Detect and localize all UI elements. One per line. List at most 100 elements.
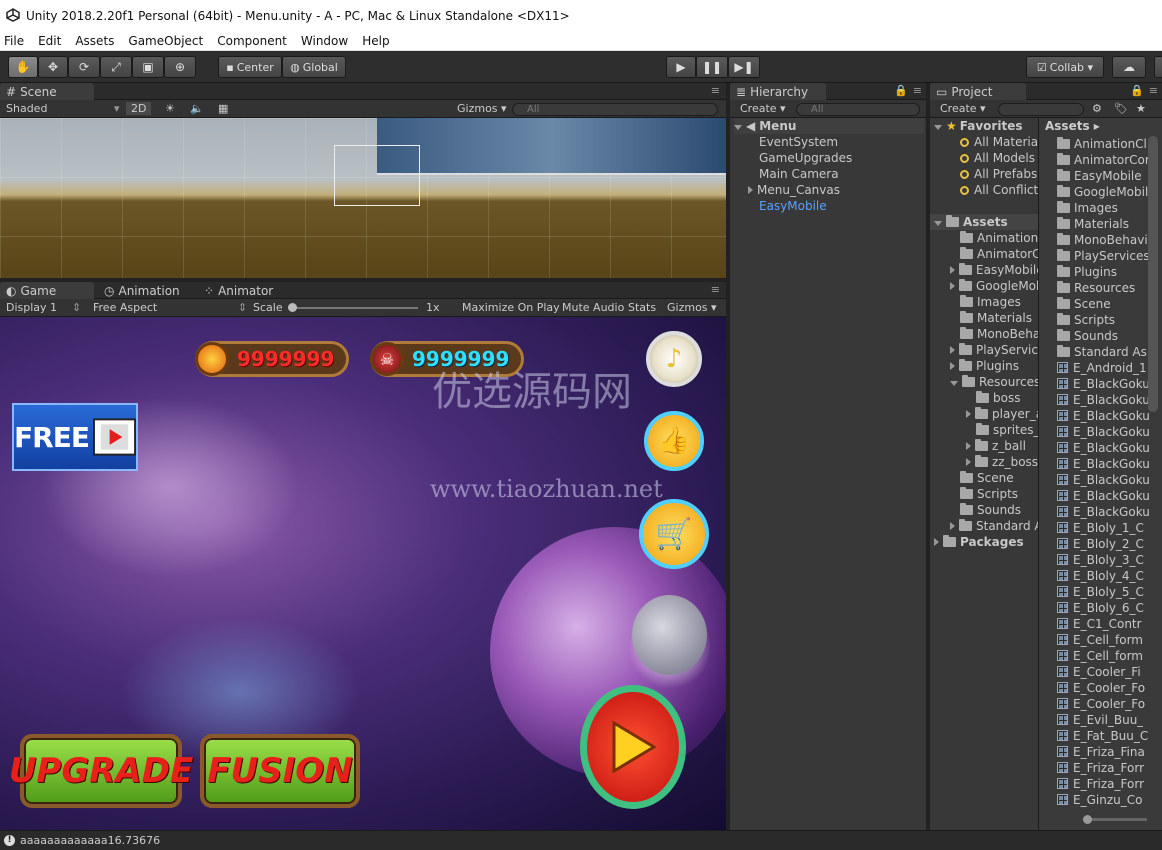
asset-file[interactable]: E_BlackGoku (1057, 440, 1150, 456)
tab-game[interactable]: ◐ Game (0, 282, 94, 299)
2d-toggle[interactable]: 2D (126, 102, 152, 115)
asset-file[interactable]: E_BlackGoku (1057, 376, 1150, 392)
menu-assets[interactable]: Assets (75, 34, 114, 48)
scale-slider[interactable] (288, 303, 418, 312)
aspect-dropdown[interactable]: Free Aspect (93, 301, 157, 314)
hierarchy-item[interactable]: GameUpgrades (759, 150, 852, 166)
favorite-item[interactable]: All Models (960, 150, 1035, 166)
effects-toggle-icon[interactable]: ▦ (218, 102, 228, 115)
filter-by-type-icon[interactable]: ⚙ (1092, 102, 1102, 115)
lighting-toggle-icon[interactable]: ☀ (165, 102, 175, 115)
asset-folder[interactable]: AnimationCl (1057, 136, 1147, 152)
stats-toggle[interactable]: Stats (628, 301, 656, 314)
asset-file[interactable]: E_C1_Contr (1057, 616, 1142, 632)
asset-file[interactable]: E_Cooler_Fo (1057, 680, 1145, 696)
pivot-center-button[interactable]: ▪ Center (218, 56, 282, 78)
transform-tool-button[interactable]: ⊕ (164, 56, 196, 78)
hierarchy-create-dropdown[interactable]: Create ▾ (740, 102, 786, 115)
panel-menu-icon[interactable]: ≡ (711, 84, 720, 97)
scale-slider-thumb[interactable] (288, 303, 297, 312)
project-tree-folder[interactable]: player_a (966, 406, 1038, 422)
account-button[interactable] (1154, 56, 1162, 78)
favorite-item[interactable]: All Prefabs (960, 166, 1037, 182)
collab-button[interactable]: ☑ Collab ▾ (1026, 56, 1104, 78)
asset-file[interactable]: E_Bloly_1_C (1057, 520, 1144, 536)
asset-folder[interactable]: GoogleMobil (1057, 184, 1148, 200)
hierarchy-search-input[interactable]: All (796, 103, 920, 116)
asset-file[interactable]: E_BlackGoku (1057, 488, 1150, 504)
step-button[interactable]: ▶❚ (728, 56, 760, 78)
rect-tool-button[interactable]: ▣ (132, 56, 164, 78)
like-button[interactable]: 👍 (644, 411, 704, 471)
audio-toggle-icon[interactable]: 🔈 (190, 102, 204, 115)
project-tree-folder[interactable]: AnimationC (960, 230, 1038, 246)
project-tree-folder[interactable]: boss (976, 390, 1020, 406)
tab-animation[interactable]: ◷ Animation (98, 282, 186, 299)
project-tree-folder[interactable]: Sounds (960, 502, 1021, 518)
asset-file[interactable]: E_Friza_Forr (1057, 760, 1144, 776)
asset-file[interactable]: E_BlackGoku (1057, 472, 1150, 488)
sound-button[interactable]: ♪ (646, 331, 702, 387)
project-tree-folder[interactable]: AnimatorC (960, 246, 1038, 262)
mute-audio-toggle[interactable]: Mute Audio (562, 301, 624, 314)
asset-folder[interactable]: Resources (1057, 280, 1135, 296)
project-tree-folder[interactable]: Scripts (960, 486, 1018, 502)
project-search-input[interactable] (998, 103, 1084, 116)
project-tree-folder[interactable]: GoogleMob (950, 278, 1038, 294)
filter-by-label-icon[interactable]: 🏷 (1114, 102, 1128, 115)
hierarchy-item-prefab[interactable]: EasyMobile (759, 198, 827, 214)
asset-file[interactable]: E_Cell_form (1057, 648, 1143, 664)
scene-search-input[interactable]: All (512, 103, 718, 116)
hierarchy-scene-root[interactable]: ◀ Menu (734, 118, 924, 134)
asset-folder[interactable]: Materials (1057, 216, 1129, 232)
menu-window[interactable]: Window (301, 34, 348, 48)
favorite-item[interactable]: All Conflict (960, 182, 1038, 198)
maximize-on-play-toggle[interactable]: Maximize On Play (462, 301, 560, 314)
icon-size-slider-thumb[interactable] (1083, 815, 1092, 824)
free-video-button[interactable]: FREE (12, 403, 138, 471)
scene-gizmos-dropdown[interactable]: Gizmos ▾ (457, 102, 507, 115)
project-tree-folder[interactable]: sprites_ (976, 422, 1038, 438)
tab-animator[interactable]: ⁘ Animator (198, 282, 279, 299)
play-button[interactable]: ▶ (666, 56, 696, 78)
game-gizmos-dropdown[interactable]: Gizmos ▾ (667, 301, 717, 314)
asset-list-scrollbar[interactable] (1148, 136, 1158, 412)
assets-root[interactable]: Assets (930, 214, 1038, 230)
tab-scene[interactable]: # Scene (0, 83, 94, 100)
project-tree-folder[interactable]: zz_boss_ (966, 454, 1038, 470)
display-dropdown[interactable]: Display 1 (6, 301, 57, 314)
asset-file[interactable]: E_Bloly_2_C (1057, 536, 1144, 552)
project-tree-folder[interactable]: PlayServic (950, 342, 1038, 358)
game-view[interactable]: 9999999 ☠ 9999999 FREE 优选源码网 www.tiaozhu… (0, 317, 726, 830)
asset-folder[interactable]: AnimatorCor (1057, 152, 1150, 168)
hand-tool-button[interactable]: ✋ (8, 56, 38, 78)
hierarchy-item-menu-canvas[interactable]: Menu_Canvas (748, 182, 840, 198)
project-tree-folder[interactable]: MonoBeha (960, 326, 1038, 342)
asset-folder[interactable]: Sounds (1057, 328, 1118, 344)
asset-folder[interactable]: Scripts (1057, 312, 1115, 328)
asset-folder[interactable]: Images (1057, 200, 1118, 216)
pivot-global-button[interactable]: ◍ Global (282, 56, 346, 78)
asset-folder[interactable]: Scene (1057, 296, 1111, 312)
tab-hierarchy[interactable]: ≣ Hierarchy (730, 83, 826, 100)
rotate-tool-button[interactable]: ⟳ (68, 56, 100, 78)
asset-file[interactable]: E_Friza_Fina (1057, 744, 1145, 760)
scale-tool-button[interactable]: ⤢ (100, 56, 132, 78)
game-panel-menu-icon[interactable]: ≡ (711, 283, 720, 296)
menu-edit[interactable]: Edit (38, 34, 61, 48)
asset-file[interactable]: E_Cell_form (1057, 632, 1143, 648)
shop-button[interactable]: 🛒 (639, 499, 709, 569)
packages-root[interactable]: Packages (934, 534, 1024, 550)
asset-folder[interactable]: Standard As (1057, 344, 1147, 360)
asset-file[interactable]: E_Bloly_6_C (1057, 600, 1144, 616)
cloud-button[interactable]: ☁ (1112, 56, 1146, 78)
asset-file[interactable]: E_BlackGoku (1057, 408, 1150, 424)
project-tree-folder[interactable]: z_ball (966, 438, 1026, 454)
asset-file[interactable]: E_Cooler_Fo (1057, 696, 1145, 712)
project-breadcrumb[interactable]: Assets ▸ (1045, 118, 1100, 134)
menu-file[interactable]: File (4, 34, 24, 48)
project-tree-folder[interactable]: Plugins (950, 358, 1019, 374)
menu-component[interactable]: Component (217, 34, 287, 48)
asset-file[interactable]: E_Friza_Forr (1057, 776, 1144, 792)
asset-file[interactable]: E_BlackGoku (1057, 392, 1150, 408)
